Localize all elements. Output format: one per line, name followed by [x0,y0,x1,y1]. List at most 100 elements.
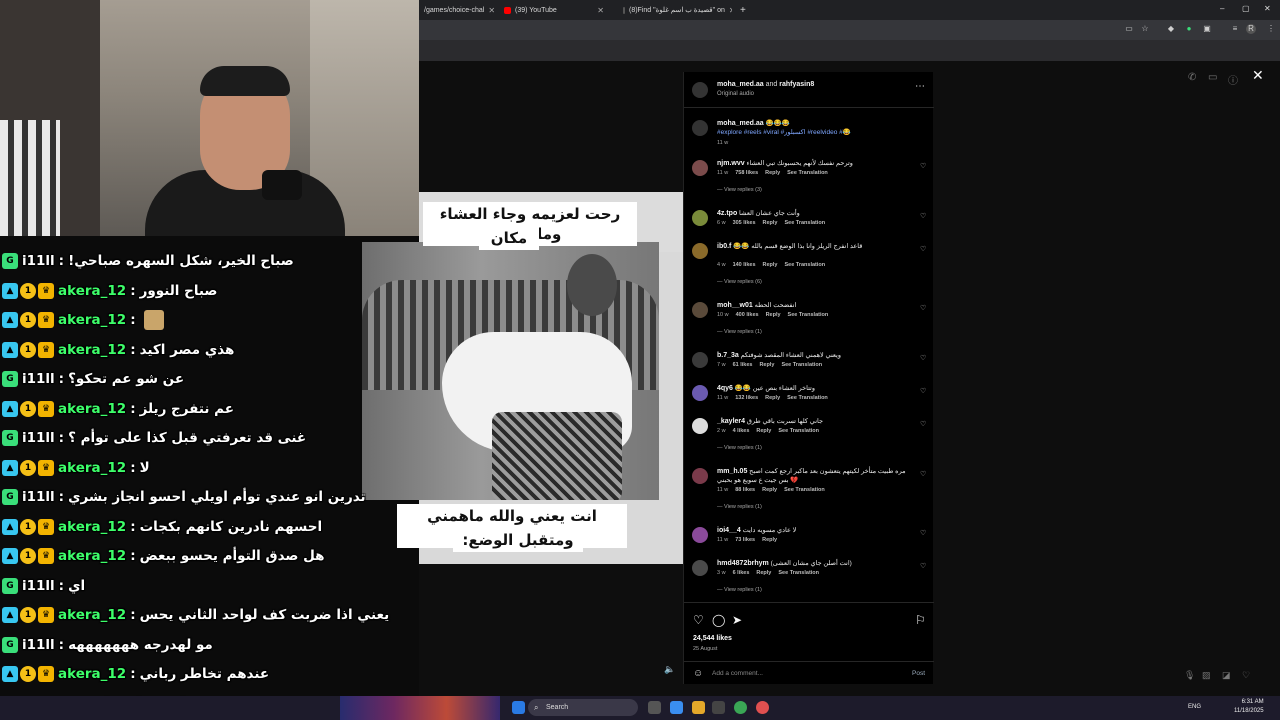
avatar[interactable] [692,527,708,543]
start-windows-icon[interactable] [512,701,525,714]
heart-icon[interactable]: ♡ [1242,670,1250,681]
view-replies-button[interactable]: — View replies (3) [717,187,762,193]
comment-likes[interactable]: 4 likes [733,428,750,434]
phone-icon[interactable]: ✆ [1188,72,1196,83]
shield-icon[interactable]: ● [1184,24,1194,34]
minimize-icon[interactable]: – [1220,4,1224,13]
sticker-icon[interactable]: ◪ [1222,670,1231,681]
comment-likes[interactable]: 73 likes [735,537,755,543]
volume-icon[interactable]: 🔈 [664,664,675,675]
comment-like-heart-icon[interactable]: ♡ [920,420,926,428]
store-icon[interactable] [712,701,725,714]
cast-icon[interactable]: ▭ [1124,24,1134,34]
share-icon[interactable]: ➤ [732,613,742,627]
view-replies-button[interactable]: — View replies (1) [717,329,762,335]
comment-likes[interactable]: 758 likes [735,170,758,176]
comment-like-heart-icon[interactable]: ♡ [920,354,926,362]
comment-likes[interactable]: 61 likes [733,362,753,368]
comment-likes[interactable]: 88 likes [735,487,755,493]
avatar[interactable] [692,302,708,318]
comment-username[interactable]: 4z.tpo [717,210,737,217]
chat-username[interactable]: i11ll [22,371,55,387]
system-clock[interactable]: 6:31 AM 11/18/2025 [1234,698,1264,716]
caption-username[interactable]: moha_med.aa [717,120,764,127]
header-collaborator[interactable]: rahfyasin8 [779,81,814,88]
comment-username[interactable]: hmd4872brhym [717,560,769,567]
chat-username[interactable]: i11ll [22,637,55,653]
chat-username[interactable]: akera_12 [58,548,126,564]
comment-username[interactable]: mm_h.05 [717,468,747,475]
save-bookmark-icon[interactable]: ⚐ [915,613,926,627]
comment-username[interactable]: b.7_3a [717,352,739,359]
chat-username[interactable]: akera_12 [58,342,126,358]
comment-like-heart-icon[interactable]: ♡ [920,562,926,570]
chrome-icon[interactable] [734,701,747,714]
puzzle-icon[interactable]: ▣ [1202,24,1212,34]
see-translation-button[interactable]: See Translation [781,362,822,368]
comment-like-heart-icon[interactable]: ♡ [920,162,926,170]
comment-like-heart-icon[interactable]: ♡ [920,304,926,312]
edge-icon[interactable] [670,701,683,714]
task-view-icon[interactable] [648,701,661,714]
comment-likes[interactable]: 400 likes [736,312,759,318]
extension-icon[interactable]: ◆ [1166,24,1176,34]
reply-button[interactable]: Reply [763,262,778,268]
comment-username[interactable]: _kayler4 [717,418,745,425]
reply-button[interactable]: Reply [766,312,781,318]
avatar[interactable] [692,560,708,576]
bookmark-star-icon[interactable]: ☆ [1140,24,1150,34]
reply-button[interactable]: Reply [763,220,778,226]
comment-like-heart-icon[interactable]: ♡ [920,245,926,253]
image-icon[interactable]: ▨ [1202,670,1211,681]
kebab-menu-icon[interactable]: ⋮ [1266,24,1276,34]
files-icon[interactable] [692,701,705,714]
reply-button[interactable]: Reply [765,170,780,176]
close-window-icon[interactable]: ✕ [1264,4,1271,13]
emoji-icon[interactable]: ☺ [693,668,703,679]
comment-username[interactable]: ioi4__4 [717,527,741,534]
original-audio[interactable]: Original audio [717,91,754,97]
avatar[interactable] [692,120,708,136]
comment-likes[interactable]: 140 likes [733,262,756,268]
view-replies-button[interactable]: — View replies (1) [717,504,762,510]
chat-username[interactable]: akera_12 [58,519,126,535]
comment-like-heart-icon[interactable]: ♡ [920,470,926,478]
chat-username[interactable]: i11ll [22,578,55,594]
chat-username[interactable]: i11ll [22,430,55,446]
tab-tiktok[interactable]: (8)Find "قصيدة ب اسم غلوة" on ✕ [617,2,732,18]
see-translation-button[interactable]: See Translation [784,487,825,493]
chat-username[interactable]: akera_12 [58,666,126,682]
chat-username[interactable]: i11ll [22,253,55,269]
avatar[interactable] [692,210,708,226]
avatar[interactable] [692,243,708,259]
new-tab-button[interactable]: + [734,2,748,18]
comment-username[interactable]: ib0.f [717,243,731,250]
see-translation-button[interactable]: See Translation [788,312,829,318]
comment-likes[interactable]: 132 likes [735,395,758,401]
avatar[interactable] [692,352,708,368]
comment-likes[interactable]: 305 likes [733,220,756,226]
chat-username[interactable]: akera_12 [58,312,126,328]
close-tab-icon[interactable]: ✕ [729,6,732,15]
post-comment-button[interactable]: Post [912,670,925,677]
comment-like-heart-icon[interactable]: ♡ [920,212,926,220]
avatar[interactable] [692,82,708,98]
add-comment-input[interactable]: Add a comment... [712,670,763,677]
language-indicator[interactable]: ENG [1188,704,1201,710]
header-username[interactable]: moha_med.aa [717,81,764,88]
reply-button[interactable]: Reply [759,362,774,368]
chat-username[interactable]: i11ll [22,489,55,505]
likes-count[interactable]: 24,544 likes [693,635,732,642]
profile-avatar[interactable]: R [1246,24,1256,34]
caption-hashtags[interactable]: #explore #reels #viral #اكسبلور #reelvid… [717,129,851,136]
tab-youtube[interactable]: (39) YouTube ✕ [498,2,610,18]
taskbar-search[interactable]: ⌕ Search [528,699,638,716]
close-tab-icon[interactable]: ✕ [597,6,604,15]
avatar[interactable] [692,468,708,484]
close-tab-icon[interactable]: ✕ [488,6,495,15]
reply-button[interactable]: Reply [756,570,771,576]
see-translation-button[interactable]: See Translation [784,220,825,226]
view-replies-button[interactable]: — View replies (1) [717,445,762,451]
chat-username[interactable]: akera_12 [58,607,126,623]
comment-username[interactable]: njm.wvv [717,160,745,167]
